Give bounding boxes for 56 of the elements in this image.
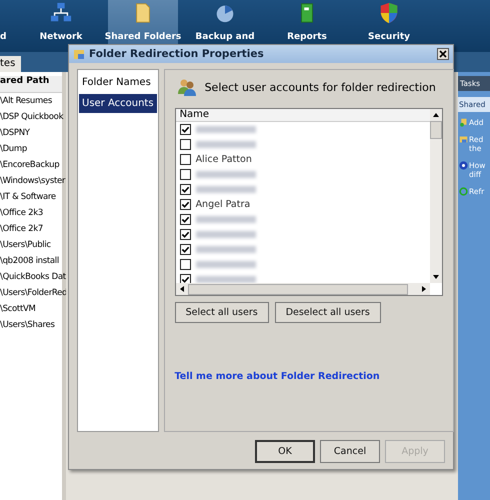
checkbox[interactable] [180, 124, 191, 135]
path-cell-text: \ScottVM [0, 303, 37, 316]
scroll-thumb[interactable] [430, 121, 442, 139]
redacted-name [196, 126, 256, 133]
redacted-name [196, 141, 256, 148]
checkbox[interactable] [180, 169, 191, 180]
page-list-item[interactable]: User Accounts [79, 94, 157, 113]
user-name: Angel Patra [196, 199, 250, 210]
column-header: ared Path [0, 76, 62, 93]
checkbox[interactable] [180, 214, 191, 225]
checkbox[interactable] [180, 199, 191, 210]
path-cell-text: \EncoreBackup [0, 159, 60, 172]
checkbox[interactable] [180, 244, 191, 255]
user-name: Alice Patton [196, 154, 252, 165]
help-link[interactable]: Tell me more about Folder Redirection [174, 371, 380, 382]
path-cell-text: \Alt Resumes [0, 95, 53, 108]
path-cell-text: \IT & Software [0, 191, 57, 204]
path-cell-text: \Users\Shares [0, 319, 56, 332]
help-icon[interactable] [459, 161, 468, 170]
path-cell-text: \DSPNY [0, 127, 31, 140]
path-cell-text: \Users\Public [0, 239, 52, 252]
vertical-scrollbar[interactable] [430, 109, 442, 283]
path-cell-text: \Dump [0, 143, 28, 156]
redacted-name [196, 246, 256, 253]
shield-icon [378, 2, 400, 24]
nav-tab[interactable]: Reports [272, 0, 342, 52]
page-list-item[interactable]: Folder Names [79, 73, 157, 92]
section-heading: Select user accounts for folder redirection [204, 80, 436, 94]
list-button[interactable]: Select all users [174, 302, 269, 323]
redacted-name [196, 186, 256, 193]
folder-icon [73, 48, 85, 60]
redacted-name [196, 171, 256, 178]
checkbox[interactable] [180, 229, 191, 240]
checkbox[interactable] [180, 184, 191, 195]
nav-tab[interactable]: d [0, 0, 14, 52]
nav-tab[interactable]: Security [354, 0, 424, 52]
path-cell-text: \Office 2k7 [0, 223, 44, 236]
redacted-name [196, 261, 256, 268]
horizontal-scrollbar[interactable] [176, 283, 430, 295]
redacted-name [196, 216, 256, 223]
redacted-name [196, 231, 256, 238]
path-cell-text: \DSP Quickbook [0, 111, 62, 124]
checkbox[interactable] [180, 139, 191, 150]
list-button[interactable]: Deselect all users [274, 302, 381, 323]
users-icon [176, 78, 197, 96]
dialog-button[interactable]: OK [255, 440, 315, 463]
checkbox[interactable] [180, 259, 191, 270]
dialog-button[interactable]: Cancel [320, 440, 380, 463]
close-icon[interactable] [437, 48, 449, 60]
path-cell-text: \qb2008 install [0, 255, 60, 268]
tab[interactable]: tes [0, 56, 22, 72]
path-cell-text: \Office 2k3 [0, 207, 44, 220]
redacted-name [196, 276, 256, 283]
scroll-thumb[interactable] [188, 284, 408, 294]
checkbox[interactable] [180, 154, 191, 165]
network-icon [50, 2, 72, 24]
